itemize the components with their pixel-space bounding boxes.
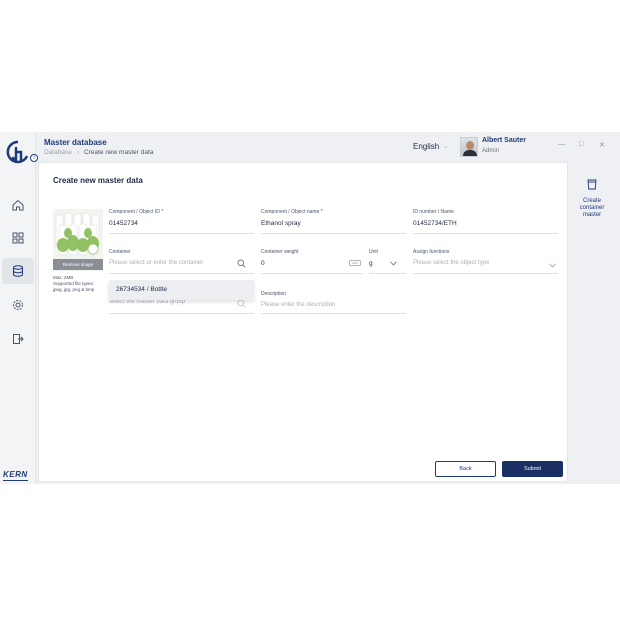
component-name-value[interactable]: Ethanol spray [261,220,406,227]
form-card: Create new master data Remove image Max:… [38,162,568,482]
chevron-down-icon[interactable] [549,263,556,268]
sidebar-item-dashboard[interactable] [2,225,34,251]
sidebar-item-home[interactable] [2,192,34,218]
breadcrumb-current: Create new master data [84,149,154,156]
unit-label: Unit [369,249,378,255]
unit-field[interactable]: Unit g [369,249,406,267]
container-weight-field[interactable]: Container weight 0 [261,249,361,267]
close-icon[interactable]: ✕ [599,141,605,149]
id-number-label: ID number / Name [413,209,454,215]
description-label: Description [261,291,287,297]
assign-functions-field[interactable]: Assign functions Please select the objec… [413,249,558,266]
image-hint: Max: 2MB Supported file types: jpeg, jpg… [53,275,113,293]
sidebar: i KERN [0,132,38,484]
container-dropdown: 26734534 / Bottle [109,280,254,300]
sidebar-item-settings[interactable] [2,292,34,318]
remove-image-button[interactable]: Remove image [53,259,103,270]
app-window: i KERN Master database Database › Create… [0,132,620,484]
search-icon[interactable] [237,299,246,308]
breadcrumb: Database › Create new master data [44,149,153,156]
id-number-field[interactable]: ID number / Name 01452734/ETH [413,209,558,227]
component-id-field[interactable]: Component / Object ID * 01452734 [109,209,254,227]
grid-icon [12,232,24,244]
language-label: English [413,142,440,151]
breadcrumb-separator-icon: › [76,149,79,156]
kern-logo: KERN [3,470,28,479]
maximize-icon[interactable]: □ [579,141,583,148]
dropdown-option[interactable]: 26734534 / Bottle [116,286,167,293]
create-container-master-label: Create container master [579,198,605,218]
create-container-master-button[interactable]: Create container master [570,168,614,224]
container-icon [587,179,597,190]
side-panel: Create container master [568,162,620,482]
component-id-label: Component / Object ID * [109,209,164,215]
assign-functions-label: Assign functions [413,249,450,255]
chevron-down-icon: ⌄ [443,144,449,150]
language-selector[interactable]: English ⌄ [413,142,448,151]
description-field[interactable]: Description Please enter the description [261,291,406,308]
assign-functions-select[interactable]: Please select the object type [413,260,558,266]
settings-icon [13,300,23,310]
sidebar-item-database[interactable] [2,258,34,284]
component-id-value[interactable]: 01452734 [109,220,254,227]
container-input[interactable]: Please select or enter the container [109,260,254,266]
container-weight-value[interactable]: 0 [261,260,361,267]
database-icon [13,265,23,277]
user-role: Admin [482,148,500,154]
logout-icon [13,334,24,344]
search-icon[interactable] [237,259,246,268]
unit-value[interactable]: g [369,260,406,267]
minimize-icon[interactable]: — [558,141,565,148]
container-weight-label: Container weight [261,249,299,255]
component-name-field[interactable]: Component / Object name * Ethanol spray [261,209,406,227]
header: Master database Database › Create new ma… [38,132,620,162]
submit-button[interactable]: Submit [502,461,563,477]
id-number-value[interactable]: 01452734/ETH [413,220,558,227]
page-title: Master database [44,138,107,147]
form-title: Create new master data [53,176,143,185]
home-icon [12,199,24,211]
chevron-down-icon[interactable] [390,261,397,266]
breadcrumb-database[interactable]: Database [44,149,72,156]
container-field[interactable]: Container Please select or enter the con… [109,249,254,266]
user-name: Albert Sauter [482,137,526,144]
container-label: Container [109,249,131,255]
image-types: jpeg, jpg, png & bmp [53,287,95,292]
info-icon[interactable]: i [30,154,38,162]
sidebar-item-logout[interactable] [2,326,34,352]
kern-hand-logo-icon [6,140,29,164]
component-name-label: Component / Object name * [261,209,323,215]
avatar[interactable] [460,137,478,157]
scale-icon[interactable] [349,260,361,266]
description-input[interactable]: Please enter the description [261,302,406,308]
back-button[interactable]: Back [435,461,496,477]
